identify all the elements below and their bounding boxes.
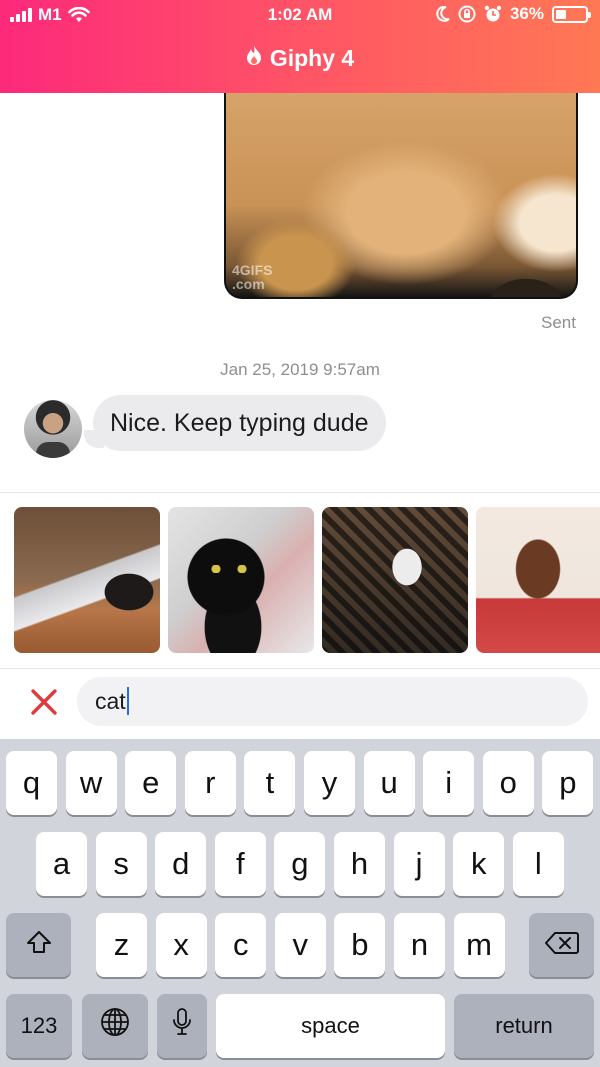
key-t[interactable]: t [244, 751, 296, 815]
key-q[interactable]: q [6, 751, 57, 815]
status-right: 36% [436, 4, 591, 24]
sent-gif-message[interactable]: 4GIFS .com [224, 93, 578, 299]
key-l[interactable]: l [512, 832, 564, 896]
gif-watermark: 4GIFS .com [232, 262, 273, 292]
key-n[interactable]: n [394, 913, 445, 977]
chat-title-text: Giphy 4 [269, 44, 355, 71]
status-bar: M1 1:02 AM 36% [0, 0, 600, 30]
key-s[interactable]: s [95, 832, 147, 896]
key-r[interactable]: r [184, 751, 236, 815]
key-h[interactable]: h [334, 832, 385, 896]
key-d[interactable]: d [155, 832, 207, 896]
close-icon[interactable] [28, 686, 60, 718]
microphone-icon [172, 1007, 192, 1045]
chat-title: Giphy 4 [0, 44, 600, 72]
alarm-icon [484, 5, 502, 23]
globe-icon [100, 1007, 130, 1045]
keyboard: qwertyuiop asdfghjkl zxcvbnm 123 space r… [0, 739, 600, 1067]
delete-key[interactable] [529, 913, 594, 977]
avatar[interactable] [24, 400, 82, 458]
gif-results-strip[interactable] [14, 507, 600, 653]
key-e[interactable]: e [125, 751, 177, 815]
gif-result-black-cat[interactable] [168, 507, 314, 653]
battery-level [556, 9, 566, 19]
key-v[interactable]: v [274, 913, 326, 977]
moon-icon [436, 6, 450, 22]
sent-status: Sent [541, 313, 576, 332]
return-key[interactable]: return [454, 994, 594, 1058]
flame-icon [246, 44, 262, 72]
gif-result-white-cat[interactable] [322, 507, 468, 653]
incoming-message-bubble: Nice. Keep typing dude [93, 395, 386, 451]
space-key[interactable]: space [216, 994, 445, 1058]
key-y[interactable]: y [304, 751, 355, 815]
search-input[interactable]: cat [77, 677, 588, 726]
key-f[interactable]: f [214, 832, 266, 896]
key-x[interactable]: x [155, 913, 207, 977]
key-a[interactable]: a [36, 832, 87, 896]
gif-result-cat-laptop[interactable] [14, 507, 160, 653]
globe-key[interactable] [82, 994, 148, 1058]
key-u[interactable]: u [363, 751, 415, 815]
text-caret [126, 686, 129, 715]
key-w[interactable]: w [65, 751, 117, 815]
gif-search-bar: cat [0, 669, 600, 739]
battery-percent: 36% [509, 4, 544, 23]
key-b[interactable]: b [334, 913, 386, 977]
shift-icon [26, 927, 52, 963]
key-g[interactable]: g [274, 832, 326, 896]
search-query: cat [95, 688, 126, 714]
key-o[interactable]: o [482, 751, 534, 815]
key-z[interactable]: z [96, 913, 147, 977]
divider [0, 492, 600, 493]
key-p[interactable]: p [542, 751, 594, 815]
battery-icon [552, 5, 591, 23]
key-k[interactable]: k [453, 832, 505, 896]
key-j[interactable]: j [393, 832, 445, 896]
app-header: M1 1:02 AM 36% Giphy 4 [0, 0, 600, 93]
key-m[interactable]: m [453, 913, 505, 977]
backspace-icon [544, 927, 579, 963]
gif-result-man[interactable] [476, 507, 600, 653]
dictation-key[interactable] [157, 994, 207, 1058]
message-timestamp: Jan 25, 2019 9:57am [220, 360, 380, 379]
rotation-lock-icon [458, 5, 476, 23]
key-i[interactable]: i [423, 751, 475, 815]
key-c[interactable]: c [215, 913, 267, 977]
numbers-key[interactable]: 123 [6, 994, 72, 1058]
shift-key[interactable] [6, 913, 71, 977]
